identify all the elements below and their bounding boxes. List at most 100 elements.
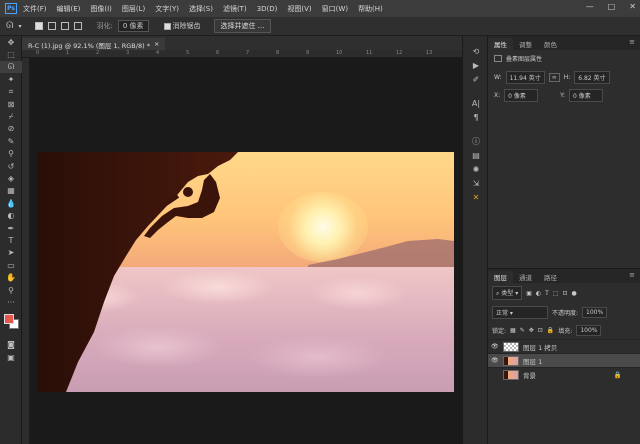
layer-name[interactable]: 图层 1 拷贝 xyxy=(523,342,557,352)
panel-menu-icon[interactable]: ≡ xyxy=(629,38,635,46)
canvas-area[interactable] xyxy=(30,58,462,444)
document-tab[interactable]: R-C (1).jpg @ 92.1% (图层 1, RGB/8) * × xyxy=(22,38,166,50)
paragraph-icon[interactable]: ¶ xyxy=(463,110,489,124)
eye-icon[interactable]: 👁 xyxy=(491,357,499,364)
eyedropper-tool-icon[interactable]: ⌿ xyxy=(0,110,22,122)
actions-icon[interactable]: ▶ xyxy=(463,58,489,72)
type-tool-icon[interactable]: T xyxy=(0,234,22,246)
lock-all-icon[interactable]: 🔒 xyxy=(547,327,554,334)
filter-pixel-icon[interactable]: ▣ xyxy=(526,290,532,297)
fill-input[interactable]: 100% xyxy=(576,325,602,336)
healing-brush-tool-icon[interactable]: ⊘ xyxy=(0,123,22,135)
history-brush-tool-icon[interactable]: ↺ xyxy=(0,160,22,172)
close-button[interactable]: ✕ xyxy=(629,2,636,11)
move-tool-icon[interactable]: ✥ xyxy=(0,36,22,48)
menu-select[interactable]: 选择(S) xyxy=(189,4,213,14)
antialias-option[interactable]: 消除锯齿 xyxy=(163,21,201,31)
close-tab-icon[interactable]: × xyxy=(154,40,159,48)
menu-window[interactable]: 窗口(W) xyxy=(322,4,348,14)
horizontal-ruler[interactable]: 0 1 2 3 4 5 6 7 8 9 10 11 12 13 xyxy=(22,50,462,58)
eye-icon[interactable]: 👁 xyxy=(491,343,499,350)
filter-adjust-icon[interactable]: ◐ xyxy=(536,290,541,297)
filter-shape-icon[interactable]: ⬚ xyxy=(553,290,559,297)
blur-tool-icon[interactable]: 💧 xyxy=(0,197,22,209)
tab-adjustments[interactable]: 调整 xyxy=(513,38,538,50)
tab-properties[interactable]: 属性 xyxy=(488,38,513,50)
lock-position-icon[interactable]: ✥ xyxy=(529,327,534,334)
tools-crossed-icon[interactable]: ✕ xyxy=(463,190,489,204)
lasso-tool-preset-icon[interactable]: ᘏ xyxy=(6,21,13,31)
width-input[interactable]: 11.94 英寸 xyxy=(505,71,545,84)
antialias-checkbox[interactable] xyxy=(163,22,171,30)
lock-transparent-icon[interactable]: ▦ xyxy=(510,327,516,334)
add-selection-icon[interactable] xyxy=(47,22,56,30)
menu-file[interactable]: 文件(F) xyxy=(23,4,47,14)
pen-tool-icon[interactable]: ✒ xyxy=(0,222,22,234)
tab-color[interactable]: 颜色 xyxy=(538,38,563,50)
document-image[interactable] xyxy=(38,152,454,392)
menu-type[interactable]: 文字(Y) xyxy=(155,4,179,14)
magic-wand-tool-icon[interactable]: ✦ xyxy=(0,73,22,85)
height-input[interactable]: 6.82 英寸 xyxy=(574,71,610,84)
menu-filter[interactable]: 滤镜(T) xyxy=(223,4,247,14)
feather-input[interactable]: 0 像素 xyxy=(117,20,149,32)
brush-settings-icon[interactable]: ✐ xyxy=(463,72,489,86)
tab-paths[interactable]: 路径 xyxy=(538,271,563,283)
foreground-color-swatch[interactable] xyxy=(4,313,14,324)
layer-name[interactable]: 背景 xyxy=(523,370,536,380)
select-and-mask-button[interactable]: 选择并遮住 ... xyxy=(213,19,272,33)
dodge-tool-icon[interactable]: ◐ xyxy=(0,209,22,221)
link-icon[interactable]: ∞ xyxy=(548,73,560,82)
new-selection-icon[interactable] xyxy=(34,22,43,30)
character-icon[interactable]: A| xyxy=(463,96,489,110)
dropdown-arrow-icon[interactable]: ▾ xyxy=(18,23,21,30)
menu-3d[interactable]: 3D(D) xyxy=(257,5,278,13)
more-tools-icon[interactable]: ··· xyxy=(0,296,22,308)
clone-stamp-tool-icon[interactable]: ⚲ xyxy=(0,148,22,160)
tab-layers[interactable]: 图层 xyxy=(488,271,513,283)
subtract-selection-icon[interactable] xyxy=(60,22,69,30)
lock-pixels-icon[interactable]: ✎ xyxy=(520,327,525,334)
filter-toggle-icon[interactable]: ● xyxy=(572,290,577,297)
menu-edit[interactable]: 编辑(E) xyxy=(57,4,81,14)
lasso-tool-icon[interactable]: ᘏ xyxy=(0,60,22,74)
opacity-input[interactable]: 100% xyxy=(582,307,608,318)
info-icon[interactable]: ⓘ xyxy=(463,134,489,148)
path-selection-tool-icon[interactable]: ➤ xyxy=(0,247,22,259)
intersect-selection-icon[interactable] xyxy=(73,22,82,30)
rectangle-tool-icon[interactable]: ▭ xyxy=(0,259,22,271)
menu-view[interactable]: 视图(V) xyxy=(287,4,311,14)
marquee-tool-icon[interactable]: ⬚ xyxy=(0,48,22,60)
maximize-button[interactable]: □ xyxy=(608,2,616,11)
x-input[interactable]: 0 像素 xyxy=(504,89,539,102)
lock-artboard-icon[interactable]: ⊡ xyxy=(538,327,543,334)
vertical-ruler[interactable] xyxy=(22,58,30,444)
screen-mode-icon[interactable]: ▣ xyxy=(0,351,22,363)
gradient-tool-icon[interactable]: ▦ xyxy=(0,185,22,197)
frame-tool-icon[interactable]: ⊠ xyxy=(0,98,22,110)
layer-row-selected[interactable]: 👁 图层 1 xyxy=(488,353,640,367)
filter-kind-select[interactable]: ⌕ 类型 ▾ xyxy=(492,286,523,300)
menu-help[interactable]: 帮助(H) xyxy=(358,4,383,14)
layer-row[interactable]: 背景 🔒 xyxy=(488,367,640,381)
tab-channels[interactable]: 通道 xyxy=(513,271,538,283)
eraser-tool-icon[interactable]: ◈ xyxy=(0,172,22,184)
menu-image[interactable]: 图像(I) xyxy=(90,4,112,14)
quick-mask-icon[interactable]: ◙ xyxy=(0,339,22,351)
layer-row[interactable]: 👁 图层 1 拷贝 xyxy=(488,339,640,353)
notes-icon[interactable]: ▤ xyxy=(463,148,489,162)
filter-smart-icon[interactable]: ⊡ xyxy=(562,290,567,297)
menu-layer[interactable]: 图层(L) xyxy=(122,4,145,14)
hand-tool-icon[interactable]: ✋ xyxy=(0,271,22,283)
filter-type-icon[interactable]: T xyxy=(545,290,549,297)
zoom-tool-icon[interactable]: ⚲ xyxy=(0,284,22,296)
layer-name[interactable]: 图层 1 xyxy=(523,356,542,366)
crop-tool-icon[interactable]: ⌗ xyxy=(0,86,22,98)
history-icon[interactable]: ⟲ xyxy=(463,44,489,58)
lightbulb-icon[interactable]: ✺ xyxy=(463,162,489,176)
minimize-button[interactable]: — xyxy=(586,2,594,11)
export-icon[interactable]: ⇲ xyxy=(463,176,489,190)
y-input[interactable]: 0 像素 xyxy=(569,89,604,102)
brush-tool-icon[interactable]: ✎ xyxy=(0,135,22,147)
blend-mode-select[interactable]: 正常 ▾ xyxy=(492,306,548,319)
